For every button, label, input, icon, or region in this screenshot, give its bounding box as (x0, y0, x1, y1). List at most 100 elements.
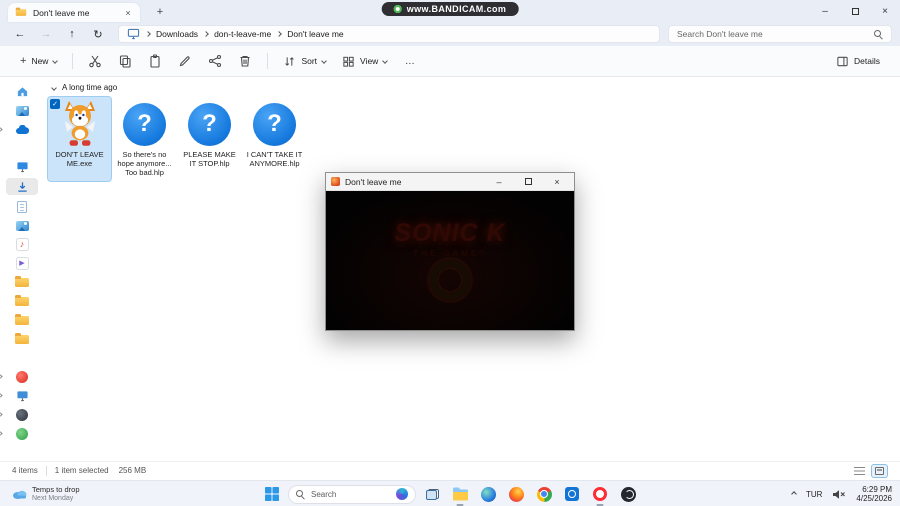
breadcrumb-don-t-leave-me[interactable]: don-t-leave-me (214, 29, 271, 39)
expand-chevron-icon[interactable] (0, 393, 3, 398)
details-pane-icon (837, 56, 848, 66)
clock-date: 4/25/2026 (856, 494, 892, 503)
sort-button[interactable]: Sort (277, 49, 332, 73)
share-button[interactable] (202, 49, 228, 73)
sidebar-item-onedrive[interactable] (0, 122, 38, 137)
paste-button[interactable] (142, 49, 168, 73)
file-hlp-make-it-stop[interactable]: ? PLEASE MAKE IT STOP.hlp (178, 97, 241, 181)
sidebar-item-documents[interactable] (6, 199, 38, 214)
close-button[interactable]: × (870, 0, 900, 22)
file-name-label: I CAN'T TAKE IT ANYMORE.hlp (246, 150, 303, 168)
breadcrumb-downloads[interactable]: Downloads (156, 29, 198, 39)
new-button[interactable]: + New (14, 49, 63, 73)
items-count: 4 items (12, 466, 38, 475)
desktop-icon (16, 161, 28, 172)
search-placeholder: Search Don't leave me (677, 29, 763, 39)
expand-chevron-icon[interactable] (0, 127, 3, 132)
details-pane-button[interactable]: Details (830, 49, 886, 73)
start-button[interactable] (260, 482, 284, 506)
tab-strip: Don't leave me × + www.BANDICAM.com – × (0, 0, 900, 22)
hidden-icons-chevron[interactable] (791, 491, 797, 497)
tab-close-icon[interactable]: × (122, 8, 134, 18)
expand-chevron-icon[interactable] (0, 431, 3, 436)
outlook-taskbar-button[interactable] (560, 482, 584, 506)
sidebar-item-music[interactable]: ♪ (6, 237, 38, 252)
explorer-tab[interactable]: Don't leave me × (8, 3, 140, 22)
game-screen[interactable]: SONIC K THE GAME? (326, 191, 574, 330)
documents-icon (17, 200, 27, 213)
chevron-down-icon (52, 58, 59, 64)
file-name-label: DON'T LEAVE ME.exe (55, 150, 104, 168)
gallery-icon (15, 105, 29, 116)
sidebar-item-dark-app[interactable] (0, 407, 38, 422)
taskbar-search[interactable]: Search (288, 484, 416, 504)
thumbnail-view-toggle-active[interactable] (871, 463, 888, 478)
status-divider (45, 465, 47, 476)
file-icon-box: ? (114, 100, 175, 148)
game-close-button[interactable]: × (545, 177, 569, 187)
up-button[interactable]: ↑ (60, 24, 84, 44)
sidebar-item-this-pc[interactable] (0, 388, 38, 403)
game-title-bar[interactable]: Don't leave me – × (326, 173, 574, 191)
expand-chevron-icon[interactable] (0, 412, 3, 417)
weather-text: Temps to drop Next Monday (32, 485, 80, 503)
firefox-taskbar-button[interactable] (504, 482, 528, 506)
sidebar-item-gallery[interactable] (6, 103, 38, 118)
minimize-button[interactable]: – (810, 0, 840, 22)
back-button[interactable]: ← (8, 24, 32, 44)
file-explorer-taskbar-button[interactable] (448, 482, 472, 506)
game-minimize-button[interactable]: – (487, 177, 511, 187)
expand-chevron-icon[interactable] (0, 374, 3, 379)
volume-muted-icon[interactable] (832, 489, 846, 500)
sidebar-item-home[interactable] (6, 84, 38, 99)
maximize-button[interactable] (840, 0, 870, 22)
file-hlp-cant-take-it[interactable]: ? I CAN'T TAKE IT ANYMORE.hlp (243, 97, 306, 181)
task-view-button[interactable] (420, 482, 444, 506)
rename-button[interactable] (172, 49, 198, 73)
sidebar-item-videos[interactable]: ▶ (6, 256, 38, 271)
sidebar-item-desktop[interactable] (6, 159, 38, 174)
forward-button[interactable]: → (34, 24, 58, 44)
address-bar[interactable]: Downloads don-t-leave-me Don't leave me (118, 25, 660, 43)
weather-widget[interactable]: Temps to drop Next Monday (6, 481, 86, 506)
copy-button[interactable] (112, 49, 138, 73)
bandicam-logo-icon (393, 5, 402, 13)
more-options-button[interactable]: … (397, 49, 423, 73)
new-tab-button[interactable]: + (152, 4, 168, 20)
taskbar-clock[interactable]: 6:29 PM 4/25/2026 (856, 485, 892, 503)
game-maximize-button[interactable] (516, 177, 540, 187)
windows-logo-icon (265, 487, 279, 501)
obs-taskbar-button[interactable] (616, 482, 640, 506)
sidebar-item-downloads[interactable] (6, 178, 38, 195)
delete-button[interactable] (232, 49, 258, 73)
sidebar-item-red-app[interactable] (0, 369, 38, 384)
breadcrumb-dont-leave-me[interactable]: Don't leave me (287, 29, 343, 39)
group-header[interactable]: A long time ago (48, 83, 900, 92)
checkbox-checked-icon[interactable]: ✓ (50, 99, 60, 109)
sidebar-item-network[interactable] (0, 426, 38, 441)
tails-sprite-icon (64, 101, 95, 146)
chrome-icon (536, 486, 552, 502)
sidebar-item-folder-2[interactable] (6, 294, 38, 309)
sidebar-item-folder-3[interactable] (6, 313, 38, 328)
search-box[interactable]: Search Don't leave me (668, 25, 892, 43)
collapse-chevron-icon[interactable] (51, 84, 57, 91)
weather-secondary: Next Monday (32, 495, 74, 502)
sidebar-item-folder-4[interactable] (6, 332, 38, 347)
cut-button[interactable] (82, 49, 108, 73)
sidebar-item-folder-1[interactable] (6, 275, 38, 290)
refresh-button[interactable]: ↻ (86, 24, 110, 44)
file-dont-leave-me-exe[interactable]: ✓ DON'T LEAVE ME.exe (47, 96, 112, 182)
edge-taskbar-button[interactable] (476, 482, 500, 506)
view-button[interactable]: View (336, 49, 393, 73)
game-window[interactable]: Don't leave me – × SONIC K THE GAME? (325, 172, 575, 331)
language-indicator[interactable]: TUR (806, 490, 822, 499)
view-toggles (854, 463, 888, 478)
onedrive-cloud-icon (16, 124, 29, 134)
details-view-toggle-icon[interactable] (854, 466, 865, 475)
game-taskbar-button[interactable] (588, 482, 612, 506)
chrome-taskbar-button[interactable] (532, 482, 556, 506)
copy-icon (120, 55, 132, 68)
sidebar-item-pictures[interactable] (6, 218, 38, 233)
file-hlp-no-hope[interactable]: ? So there's no hope anymore... Too bad.… (113, 97, 176, 181)
